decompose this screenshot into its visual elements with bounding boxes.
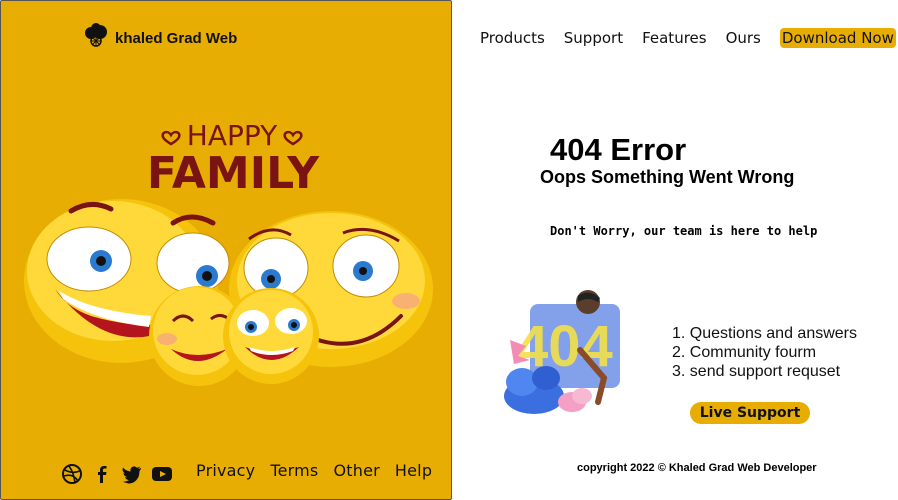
tree-logo-icon xyxy=(85,23,107,47)
nav-ours[interactable]: Ours xyxy=(726,29,761,47)
help-item[interactable]: 2. Community fourm xyxy=(672,343,857,362)
error-title: 404 Error xyxy=(550,132,687,167)
dribbble-icon[interactable] xyxy=(61,463,83,485)
footer-link-terms[interactable]: Terms xyxy=(270,461,318,480)
footer-link-other[interactable]: Other xyxy=(333,461,379,480)
live-support-button[interactable]: Live Support xyxy=(690,402,810,424)
top-nav: Products Support Features Ours Download … xyxy=(480,28,896,48)
nav-products[interactable]: Products xyxy=(480,29,545,47)
twitter-icon[interactable] xyxy=(121,463,143,485)
footer-link-help[interactable]: Help xyxy=(395,461,432,480)
error-subtitle: Oops Something Went Wrong xyxy=(540,167,795,187)
brand[interactable]: khaled Grad Web xyxy=(83,23,237,49)
heart-left-icon xyxy=(161,130,181,146)
download-now-button[interactable]: Download Now xyxy=(779,28,896,48)
hero-line2: FAMILY xyxy=(147,148,320,199)
nav-features[interactable]: Features xyxy=(642,29,707,47)
social-links xyxy=(61,463,173,485)
heart-right-icon xyxy=(283,130,303,146)
help-item[interactable]: 1. Questions and answers xyxy=(672,324,857,343)
help-list: 1. Questions and answers 2. Community fo… xyxy=(672,324,857,381)
youtube-icon[interactable] xyxy=(151,463,173,485)
footer-links: Privacy Terms Other Help xyxy=(196,461,432,480)
footer-link-privacy[interactable]: Privacy xyxy=(196,461,255,480)
happy-family-illustration: HAPPY FAMILY xyxy=(24,119,433,386)
left-panel: khaled Grad Web HAPPY FAMILY Privacy Ter… xyxy=(0,0,452,500)
reassure-message: Don't Worry, our team is here to help xyxy=(550,224,818,238)
facebook-icon[interactable] xyxy=(91,463,113,485)
right-panel: Products Support Features Ours Download … xyxy=(452,0,898,500)
emoji-kid-right xyxy=(223,288,319,384)
help-item[interactable]: 3. send support requset xyxy=(672,362,857,381)
404-illustration: 404 xyxy=(504,290,620,414)
nav-support[interactable]: Support xyxy=(564,29,623,47)
brand-name: khaled Grad Web xyxy=(115,30,238,47)
copyright: copyright 2022 © Khaled Grad Web Develop… xyxy=(577,462,817,474)
